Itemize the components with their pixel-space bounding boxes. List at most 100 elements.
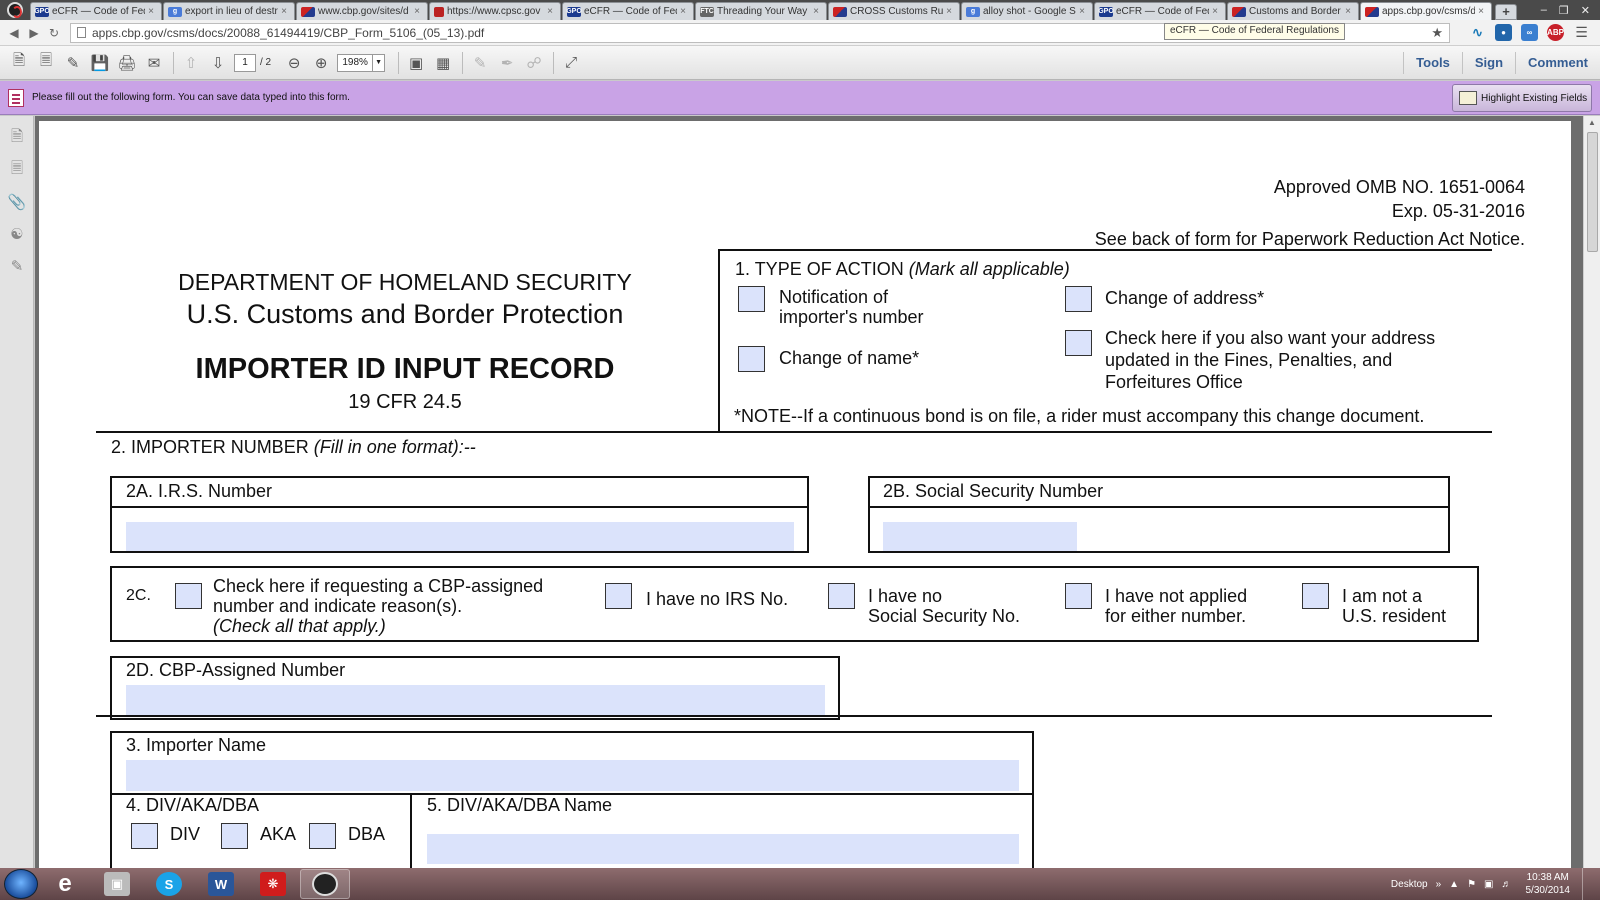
attachments-icon[interactable]: 📎 [7, 192, 27, 212]
forward-arrow-icon[interactable]: ▶ [24, 26, 44, 40]
chrome-logo-icon[interactable] [0, 0, 30, 20]
acrobat-icon: ❋ [260, 872, 286, 896]
fullscreen-icon[interactable]: ⤢ [560, 52, 582, 74]
combine-files-icon[interactable]: 🗏 [35, 52, 57, 74]
close-tab-icon[interactable]: × [278, 6, 290, 17]
browser-tab[interactable]: CROSS Customs Rulin× [828, 2, 960, 20]
taskbar-chrome[interactable] [300, 869, 350, 899]
flag-icon[interactable]: ⚑ [1467, 879, 1476, 890]
close-tab-icon[interactable]: × [943, 6, 955, 17]
next-page-icon[interactable]: ⇩ [207, 52, 229, 74]
ssn-field[interactable] [883, 522, 1077, 551]
start-button[interactable] [4, 869, 38, 899]
browser-tab[interactable]: g alloy shot - Google S × [961, 2, 1093, 20]
browser-tab[interactable]: Customs and Border × [1227, 2, 1359, 20]
new-tab-button[interactable]: + [1495, 3, 1517, 20]
chevron-down-icon[interactable]: ▼ [372, 54, 384, 71]
signatures-icon[interactable]: ✎ [7, 256, 27, 276]
binoculars-icon[interactable]: ☯ [7, 224, 27, 244]
network-icon[interactable]: ▣ [1484, 879, 1493, 890]
browser-tab[interactable]: GPO eCFR — Code of Fed × [562, 2, 694, 20]
scroll-up-icon[interactable]: ▲ [1584, 116, 1600, 130]
dba-name-field[interactable] [427, 834, 1019, 864]
irs-number-field[interactable] [126, 522, 794, 551]
save-icon[interactable]: 💾 [89, 52, 111, 74]
not-applied-checkbox[interactable] [1065, 583, 1092, 609]
close-tab-icon[interactable]: × [1475, 6, 1487, 17]
edit-document-icon[interactable]: ✎ [62, 52, 84, 74]
bookmark-star-icon[interactable]: ★ [1431, 25, 1443, 41]
zoom-out-icon[interactable]: ⊖ [283, 52, 305, 74]
notification-checkbox[interactable] [738, 286, 765, 312]
scroll-thumb[interactable] [1587, 132, 1598, 252]
lock-extension-icon[interactable]: ● [1495, 24, 1512, 41]
aka-checkbox[interactable] [221, 823, 248, 849]
taskbar-skype[interactable]: S [144, 869, 194, 899]
change-name-checkbox[interactable] [738, 346, 765, 372]
print-icon[interactable]: 🖨 [116, 52, 138, 74]
close-tab-icon[interactable]: × [1209, 6, 1221, 17]
zoom-select[interactable]: 198% ▼ [337, 53, 386, 72]
previous-page-icon[interactable]: ⇧ [180, 52, 202, 74]
page-thumbnails-icon[interactable]: 🗎 [7, 128, 27, 148]
taskbar-word[interactable]: W [196, 869, 246, 899]
email-icon[interactable]: ✉ [143, 52, 165, 74]
not-resident-checkbox[interactable] [1302, 583, 1329, 609]
browser-tab[interactable]: www.cbp.gov/sites/d × [296, 2, 428, 20]
volume-icon[interactable]: ♬ [1502, 879, 1512, 890]
browser-tab[interactable]: https://www.cpsc.gov × [429, 2, 561, 20]
restore-icon[interactable]: ❐ [1559, 4, 1569, 17]
fit-page-icon[interactable]: ▣ [405, 52, 427, 74]
taskbar-computer[interactable]: ▣ [92, 869, 142, 899]
close-window-icon[interactable]: ✕ [1581, 4, 1590, 17]
wave-extension-icon[interactable]: ∿ [1469, 24, 1486, 41]
browser-tab[interactable]: FTC Threading Your Way × [695, 2, 827, 20]
close-tab-icon[interactable]: × [411, 6, 423, 17]
tools-link[interactable]: Tools [1403, 52, 1462, 74]
create-pdf-icon[interactable]: 🗎 [8, 52, 30, 74]
back-arrow-icon[interactable]: ◀ [4, 26, 24, 40]
menu-icon[interactable]: ☰ [1573, 24, 1590, 41]
chain-extension-icon[interactable]: ∞ [1521, 24, 1538, 41]
browser-tab[interactable]: g export in lieu of destr × [163, 2, 295, 20]
no-irs-checkbox[interactable] [605, 583, 632, 609]
desktop-toolbar-label[interactable]: Desktop [1391, 879, 1428, 890]
page-number-input[interactable]: 1 [234, 53, 256, 72]
no-ssn-checkbox[interactable] [828, 583, 855, 609]
fpf-address-checkbox[interactable] [1065, 330, 1092, 356]
sign-link[interactable]: Sign [1461, 52, 1515, 74]
change-address-checkbox[interactable] [1065, 286, 1092, 312]
close-tab-icon[interactable]: × [810, 6, 822, 17]
close-tab-icon[interactable]: × [1076, 6, 1088, 17]
dba-checkbox[interactable] [309, 823, 336, 849]
highlight-text-icon[interactable]: ✒ [496, 52, 518, 74]
close-tab-icon[interactable]: × [677, 6, 689, 17]
browser-tab[interactable]: apps.cbp.gov/csms/d × [1360, 2, 1492, 20]
clock[interactable]: 10:38 AM 5/30/2014 [1526, 871, 1571, 897]
browser-tab[interactable]: GPO eCFR — Code of Fed × [1094, 2, 1226, 20]
minimize-icon[interactable]: – [1541, 4, 1547, 16]
highlight-fields-button[interactable]: Highlight Existing Fields [1452, 84, 1592, 112]
zoom-in-icon[interactable]: ⊕ [310, 52, 332, 74]
taskbar-acrobat[interactable]: ❋ [248, 869, 298, 899]
taskbar-internet-explorer[interactable]: e [40, 869, 90, 899]
attach-file-icon[interactable]: ☍ [523, 52, 545, 74]
div-checkbox[interactable] [131, 823, 158, 849]
cbp-request-checkbox[interactable] [175, 583, 202, 609]
browser-tab[interactable]: GPO eCFR — Code of Fed × [30, 2, 162, 20]
tray-arrow-icon[interactable]: ▲ [1449, 879, 1459, 890]
vertical-scrollbar[interactable]: ▲ [1583, 116, 1600, 868]
close-tab-icon[interactable]: × [544, 6, 556, 17]
cbp-assigned-field[interactable] [126, 685, 825, 715]
toolbar-expand-icon[interactable]: » [1436, 879, 1442, 890]
close-tab-icon[interactable]: × [1342, 6, 1354, 17]
sticky-note-icon[interactable]: ✎ [469, 52, 491, 74]
close-tab-icon[interactable]: × [145, 6, 157, 17]
fit-width-icon[interactable]: ▦ [432, 52, 454, 74]
adblock-icon[interactable]: ABP [1547, 24, 1564, 41]
reload-icon[interactable]: ↻ [44, 26, 64, 40]
bookmarks-icon[interactable]: 🗏 [7, 160, 27, 180]
show-desktop-button[interactable] [1582, 868, 1594, 900]
comment-link[interactable]: Comment [1515, 52, 1600, 74]
importer-name-field[interactable] [126, 760, 1019, 791]
